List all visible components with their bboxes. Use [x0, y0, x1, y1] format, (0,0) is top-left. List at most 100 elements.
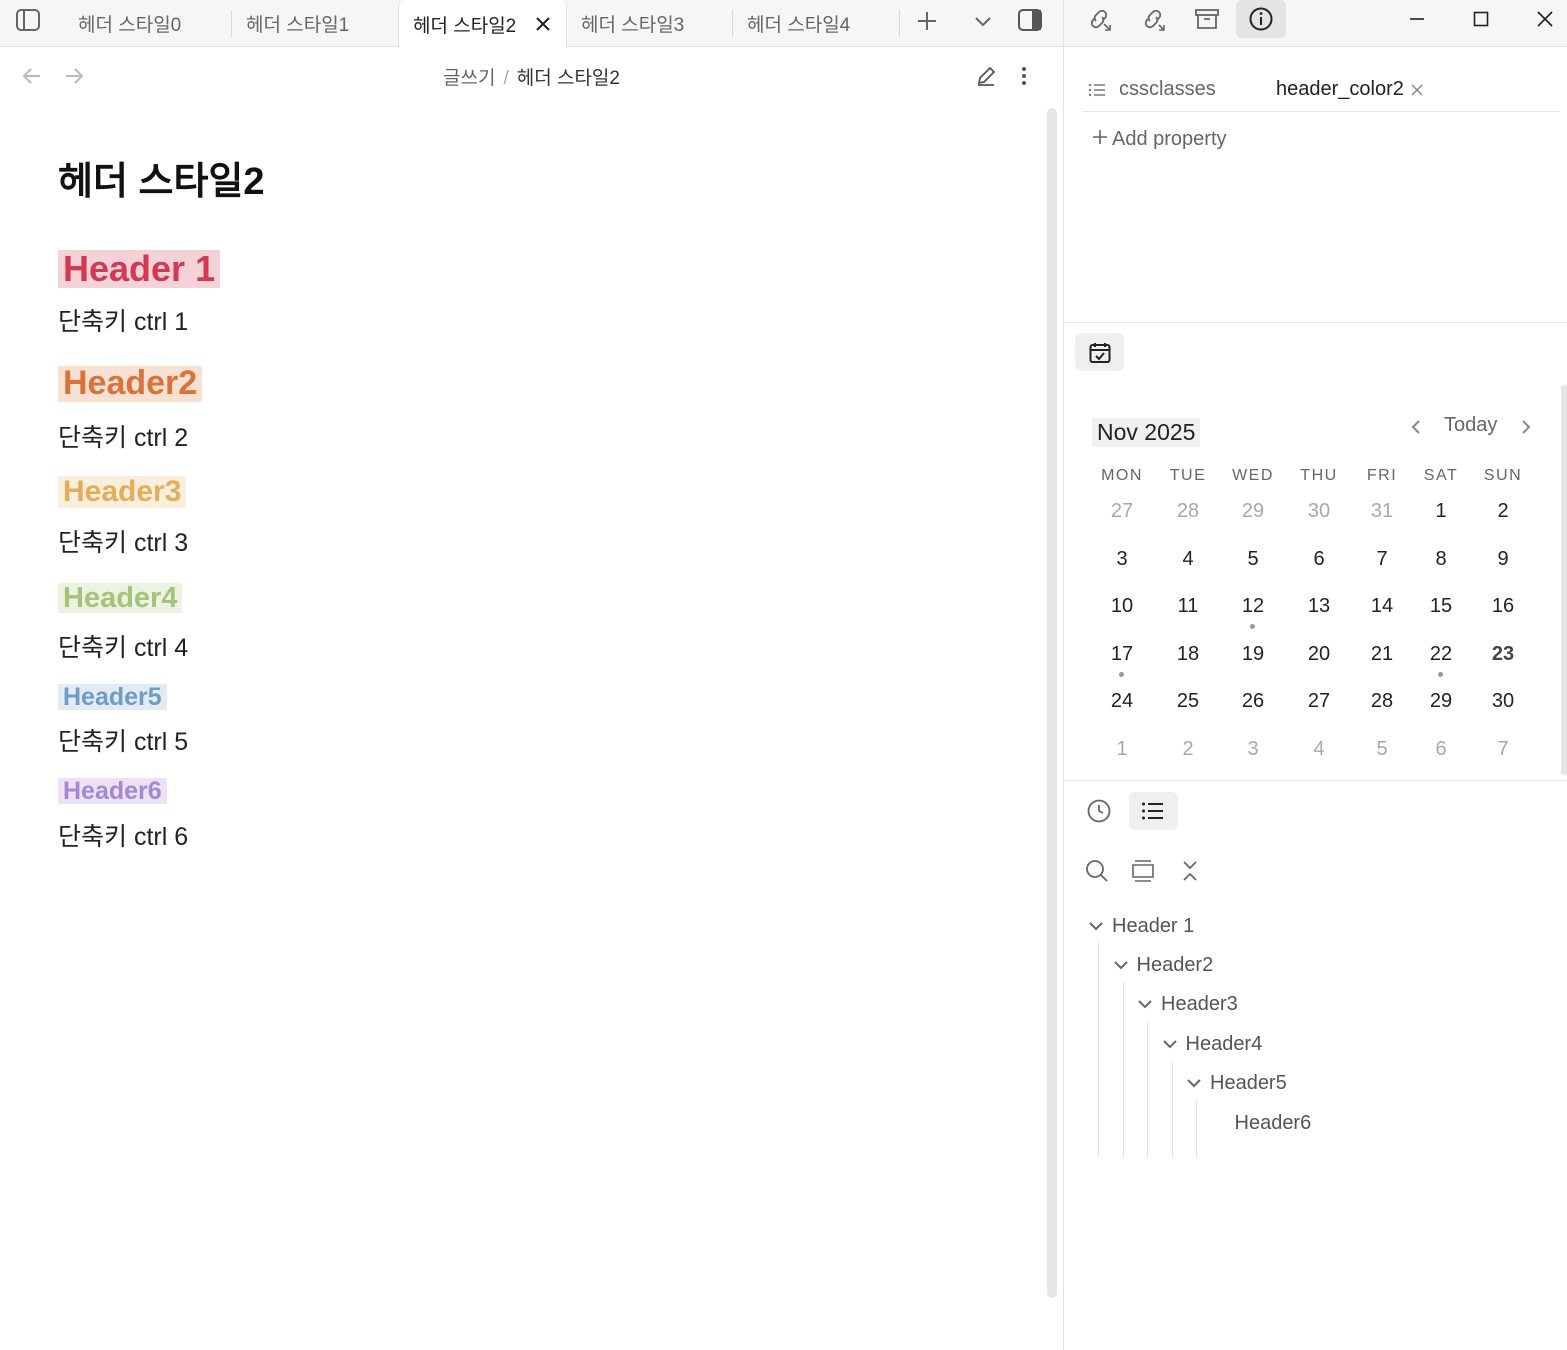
- more-options-icon[interactable]: [1012, 62, 1036, 90]
- calendar-day[interactable]: 11: [1156, 595, 1220, 618]
- calendar-day[interactable]: 5: [1221, 548, 1285, 571]
- calendar-day[interactable]: 28: [1350, 690, 1414, 713]
- search-icon[interactable]: [1082, 856, 1112, 886]
- fit-view-icon[interactable]: [1128, 856, 1158, 886]
- chevron-down-icon[interactable]: [1162, 1033, 1186, 1056]
- tab-1[interactable]: 헤더 스타일1: [232, 0, 398, 47]
- calendar-day[interactable]: 7: [1471, 738, 1535, 761]
- today-button[interactable]: Today: [1444, 414, 1497, 437]
- outline-item[interactable]: Header5: [1186, 1066, 1287, 1102]
- next-month-chevron-icon[interactable]: [1514, 414, 1538, 440]
- calendar-day[interactable]: 31: [1350, 500, 1414, 523]
- heading-1[interactable]: Header 1: [58, 250, 221, 288]
- calendar-day[interactable]: 10: [1090, 595, 1154, 618]
- shortcut-text-2[interactable]: 단축키 ctrl 2: [58, 418, 188, 454]
- calendar-day[interactable]: 29: [1409, 690, 1473, 713]
- close-window-icon[interactable]: [1528, 4, 1562, 34]
- right-sidebar-toggle-icon[interactable]: [1014, 4, 1046, 36]
- calendar-day[interactable]: 24: [1090, 690, 1154, 713]
- outline-item[interactable]: Header 1: [1088, 908, 1194, 944]
- calendar-day[interactable]: 23: [1471, 643, 1535, 666]
- calendar-day[interactable]: 12: [1221, 595, 1285, 630]
- close-tab-icon[interactable]: [531, 12, 555, 36]
- note-title[interactable]: 헤더 스타일2: [58, 150, 265, 205]
- calendar-day[interactable]: 20: [1287, 643, 1351, 666]
- calendar-day[interactable]: 1: [1409, 500, 1473, 523]
- shortcut-text-3[interactable]: 단축키 ctrl 3: [58, 523, 188, 559]
- outline-list-icon[interactable]: [1136, 796, 1170, 826]
- calendar-day[interactable]: 15: [1409, 595, 1473, 618]
- collapse-all-icon[interactable]: [1175, 856, 1205, 886]
- calendar-day[interactable]: 5: [1350, 738, 1414, 761]
- shortcut-text-1[interactable]: 단축키 ctrl 1: [58, 302, 188, 338]
- heading-4[interactable]: Header4: [58, 583, 183, 613]
- calendar-day[interactable]: 8: [1409, 548, 1473, 571]
- remove-value-icon[interactable]: [1408, 80, 1426, 100]
- calendar-day[interactable]: 16: [1471, 595, 1535, 618]
- minimize-icon[interactable]: [1400, 4, 1434, 34]
- archive-icon[interactable]: [1190, 4, 1224, 34]
- calendar-day[interactable]: 28: [1156, 500, 1220, 523]
- calendar-day[interactable]: 27: [1287, 690, 1351, 713]
- prev-month-chevron-icon[interactable]: [1404, 414, 1428, 440]
- heading-3[interactable]: Header3: [58, 476, 187, 508]
- maximize-icon[interactable]: [1464, 4, 1498, 34]
- calendar-day[interactable]: 25: [1156, 690, 1220, 713]
- tab-list-chevron-down-icon[interactable]: [968, 6, 998, 36]
- outgoing-links-icon[interactable]: [1136, 4, 1170, 34]
- calendar-day[interactable]: 2: [1156, 738, 1220, 761]
- tab-0[interactable]: 헤더 스타일0: [64, 0, 232, 47]
- outline-item[interactable]: Header3: [1137, 987, 1238, 1023]
- editor-scrollbar[interactable]: [1047, 108, 1057, 1298]
- outline-item[interactable]: Header6: [1211, 1105, 1312, 1141]
- sidebar-toggle-icon[interactable]: [10, 5, 46, 35]
- calendar-day[interactable]: 1: [1090, 738, 1154, 761]
- breadcrumb-folder[interactable]: 글쓰기: [443, 68, 495, 89]
- calendar-day[interactable]: 14: [1350, 595, 1414, 618]
- calendar-day[interactable]: 21: [1350, 643, 1414, 666]
- calendar-day[interactable]: 9: [1471, 548, 1535, 571]
- heading-6[interactable]: Header6: [58, 778, 167, 804]
- add-property-button[interactable]: Add property: [1092, 128, 1227, 151]
- calendar-day[interactable]: 3: [1090, 548, 1154, 571]
- calendar-day[interactable]: 29: [1221, 500, 1285, 523]
- heading-5[interactable]: Header5: [58, 684, 167, 710]
- calendar-day[interactable]: 4: [1156, 548, 1220, 571]
- calendar-day[interactable]: 26: [1221, 690, 1285, 713]
- breadcrumb-current[interactable]: 헤더 스타일2: [517, 68, 620, 89]
- tab-4[interactable]: 헤더 스타일4: [733, 0, 900, 47]
- calendar-day[interactable]: 30: [1471, 690, 1535, 713]
- tab-3[interactable]: 헤더 스타일3: [567, 0, 733, 47]
- info-icon[interactable]: [1244, 4, 1278, 34]
- calendar-day[interactable]: 30: [1287, 500, 1351, 523]
- chevron-down-icon[interactable]: [1113, 954, 1137, 977]
- calendar-day[interactable]: 6: [1409, 738, 1473, 761]
- edit-pencil-icon[interactable]: [972, 62, 1000, 90]
- calendar-day[interactable]: 13: [1287, 595, 1351, 618]
- backlinks-icon[interactable]: [1082, 4, 1116, 34]
- shortcut-text-5[interactable]: 단축키 ctrl 5: [58, 722, 188, 758]
- chevron-down-icon[interactable]: [1186, 1072, 1210, 1095]
- heading-2[interactable]: Header2: [58, 365, 203, 402]
- calendar-day[interactable]: 19: [1221, 643, 1285, 666]
- property-row[interactable]: cssclasses header_color2: [1082, 72, 1560, 112]
- calendar-day[interactable]: 6: [1287, 548, 1351, 571]
- recent-clock-icon[interactable]: [1082, 796, 1116, 826]
- tab-2-active[interactable]: 헤더 스타일2: [398, 0, 567, 48]
- calendar-day[interactable]: 3: [1221, 738, 1285, 761]
- chevron-down-icon[interactable]: [1137, 993, 1161, 1016]
- calendar-day[interactable]: 27: [1090, 500, 1154, 523]
- outline-item[interactable]: Header2: [1113, 947, 1213, 983]
- calendar-day[interactable]: 4: [1287, 738, 1351, 761]
- new-tab-icon[interactable]: [912, 6, 942, 36]
- calendar-day[interactable]: 2: [1471, 500, 1535, 523]
- calendar-day[interactable]: 18: [1156, 643, 1220, 666]
- calendar-day[interactable]: 22: [1409, 643, 1473, 677]
- property-value-pill[interactable]: header_color2: [1276, 78, 1404, 101]
- calendar-day[interactable]: 7: [1350, 548, 1414, 571]
- sidebar-scrollbar[interactable]: [1561, 385, 1567, 775]
- shortcut-text-4[interactable]: 단축키 ctrl 4: [58, 628, 188, 664]
- calendar-tab-button[interactable]: [1075, 333, 1124, 371]
- property-key[interactable]: cssclasses: [1119, 78, 1216, 101]
- outline-item[interactable]: Header4: [1162, 1026, 1262, 1062]
